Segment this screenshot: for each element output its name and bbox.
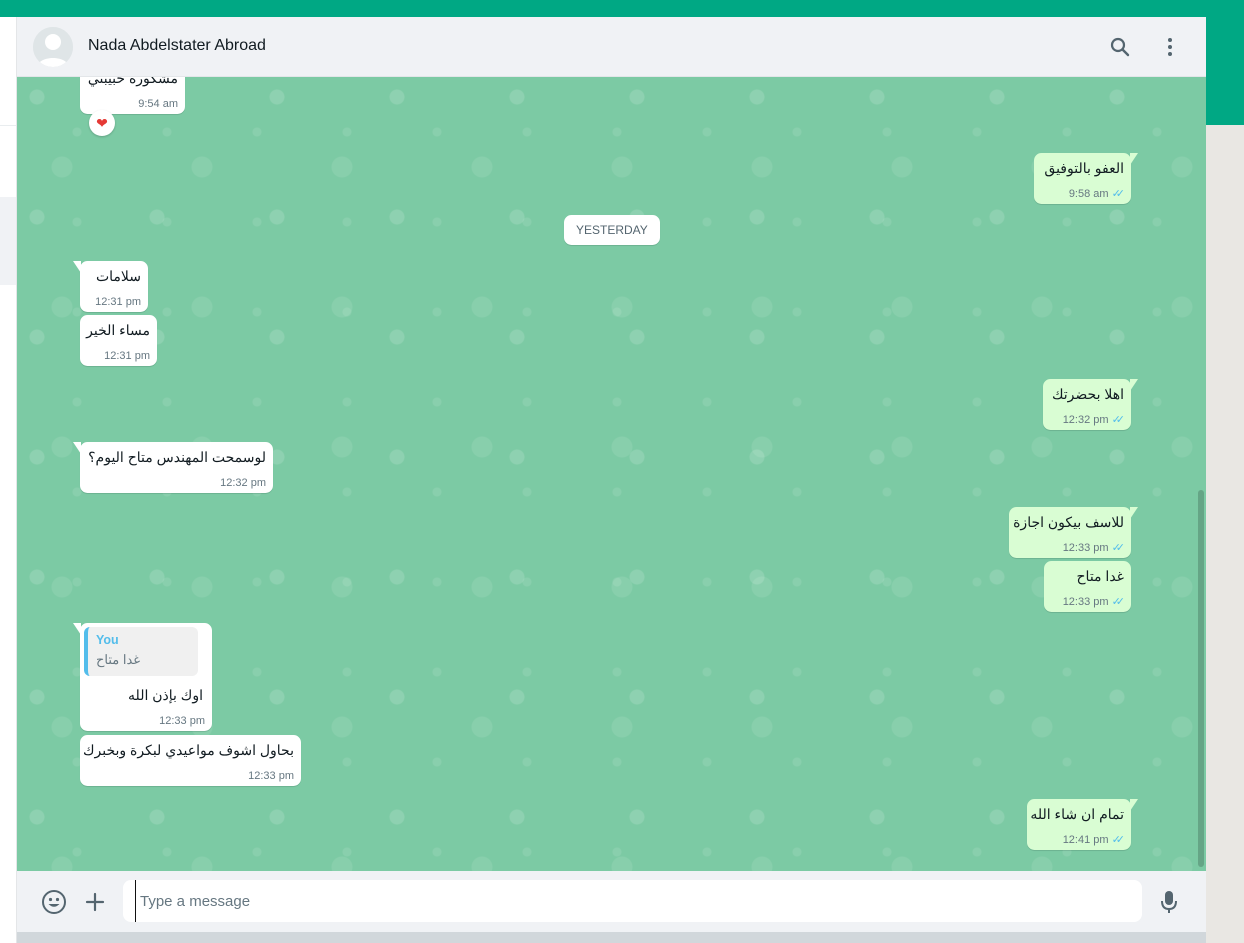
- incoming-message[interactable]: مشكورة حبيبتي 9:54 am: [80, 77, 185, 114]
- quote-text: غدا متاح: [96, 652, 141, 667]
- message-meta: 12:33 pm: [159, 715, 205, 727]
- double-check-icon: ✓✓: [1111, 834, 1126, 846]
- incoming-message[interactable]: مساء الخير 12:31 pm: [80, 315, 157, 366]
- message-text: العفو بالتوفيق: [1044, 160, 1124, 176]
- divider: [0, 125, 16, 126]
- double-check-icon: ✓✓: [1111, 414, 1126, 426]
- message-time: 12:41 pm: [1062, 833, 1109, 846]
- outgoing-message[interactable]: غدا متاح 12:33 pm ✓✓: [1044, 561, 1131, 612]
- default-avatar-icon: [33, 27, 73, 67]
- message-meta: 12:33 pm ✓✓: [1062, 541, 1126, 555]
- menu-icon[interactable]: [1158, 35, 1182, 59]
- emoji-icon[interactable]: [41, 889, 67, 915]
- avatar[interactable]: [33, 27, 73, 67]
- quoted-message[interactable]: You غدا متاح: [84, 627, 198, 676]
- plus-icon[interactable]: [82, 889, 108, 915]
- mic-icon[interactable]: [1156, 889, 1182, 915]
- message-meta: 9:58 am ✓✓: [1068, 187, 1126, 201]
- message-time: 12:32 pm: [220, 477, 266, 489]
- message-text: تمام ان شاء الله: [1030, 806, 1124, 822]
- conversation-header[interactable]: Nada Abdelstater Abroad: [17, 17, 1206, 77]
- message-meta: 12:33 pm ✓✓: [1062, 595, 1126, 609]
- incoming-message[interactable]: لوسمحت المهندس متاح اليوم؟ 12:32 pm: [73, 442, 273, 493]
- message-meta: 9:54 am: [138, 98, 178, 110]
- message-text: اهلا بحضرتك: [1051, 386, 1124, 402]
- scrollbar[interactable]: [1198, 490, 1204, 867]
- background-panel: [1206, 125, 1244, 943]
- message-input[interactable]: [135, 880, 1125, 922]
- outgoing-message[interactable]: اهلا بحضرتك 12:32 pm ✓✓: [1043, 379, 1138, 430]
- message-time: 12:32 pm: [1062, 413, 1109, 426]
- message-time: 12:31 pm: [104, 350, 150, 362]
- message-time: 12:33 pm: [1062, 595, 1109, 608]
- message-list[interactable]: مشكورة حبيبتي 9:54 am ❤ العفو بالتوفيق 9…: [17, 77, 1206, 871]
- selected-chat-edge[interactable]: [0, 197, 16, 285]
- conversation-panel: Nada Abdelstater Abroad مشكورة حبيبتي 9:…: [17, 17, 1206, 932]
- incoming-message[interactable]: سلامات 12:31 pm: [73, 261, 148, 312]
- outgoing-message[interactable]: العفو بالتوفيق 9:58 am ✓✓: [1034, 153, 1138, 204]
- message-time: 12:33 pm: [1062, 541, 1109, 554]
- message-meta: 12:31 pm: [104, 350, 150, 362]
- heart-reaction-icon[interactable]: ❤: [89, 110, 115, 136]
- incoming-message[interactable]: بحاول اشوف مواعيدي لبكرة وبخبرك 12:33 pm: [80, 735, 301, 786]
- message-meta: 12:32 pm ✓✓: [1062, 413, 1126, 427]
- chat-list-edge: [0, 17, 17, 943]
- outgoing-message[interactable]: تمام ان شاء الله 12:41 pm ✓✓: [1027, 799, 1138, 850]
- message-text: مشكورة حبيبتي: [87, 77, 178, 86]
- message-meta: 12:41 pm ✓✓: [1062, 833, 1126, 847]
- quote-author: You: [96, 633, 119, 647]
- message-meta: 12:31 pm: [95, 296, 141, 308]
- top-accent-bar: [0, 0, 1244, 17]
- double-check-icon: ✓✓: [1111, 596, 1126, 608]
- background-accent: [1206, 17, 1244, 125]
- message-text: بحاول اشوف مواعيدي لبكرة وبخبرك: [82, 742, 294, 758]
- message-time: 12:31 pm: [95, 296, 141, 308]
- outgoing-message[interactable]: للاسف بيكون اجازة 12:33 pm ✓✓: [1009, 507, 1138, 558]
- message-time: 12:33 pm: [159, 715, 205, 727]
- incoming-reply-message[interactable]: You غدا متاح اوك بإذن الله 12:33 pm: [73, 623, 212, 731]
- message-input-container[interactable]: [123, 880, 1142, 922]
- message-text: اوك بإذن الله: [128, 687, 203, 703]
- message-text: سلامات: [95, 268, 141, 284]
- date-divider: YESTERDAY: [564, 215, 660, 245]
- composer-bar: [17, 871, 1206, 932]
- double-check-icon: ✓✓: [1111, 542, 1126, 554]
- message-time: 9:54 am: [138, 98, 178, 110]
- contact-name[interactable]: Nada Abdelstater Abroad: [88, 37, 266, 55]
- message-text: لوسمحت المهندس متاح اليوم؟: [88, 449, 266, 465]
- message-time: 12:33 pm: [248, 770, 294, 782]
- message-text: للاسف بيكون اجازة: [1013, 514, 1124, 530]
- message-meta: 12:32 pm: [220, 477, 266, 489]
- message-meta: 12:33 pm: [248, 770, 294, 782]
- message-text: مساء الخير: [86, 322, 150, 338]
- double-check-icon: ✓✓: [1111, 188, 1126, 200]
- search-icon[interactable]: [1108, 35, 1132, 59]
- message-time: 9:58 am: [1068, 187, 1109, 200]
- message-text: غدا متاح: [1076, 568, 1124, 584]
